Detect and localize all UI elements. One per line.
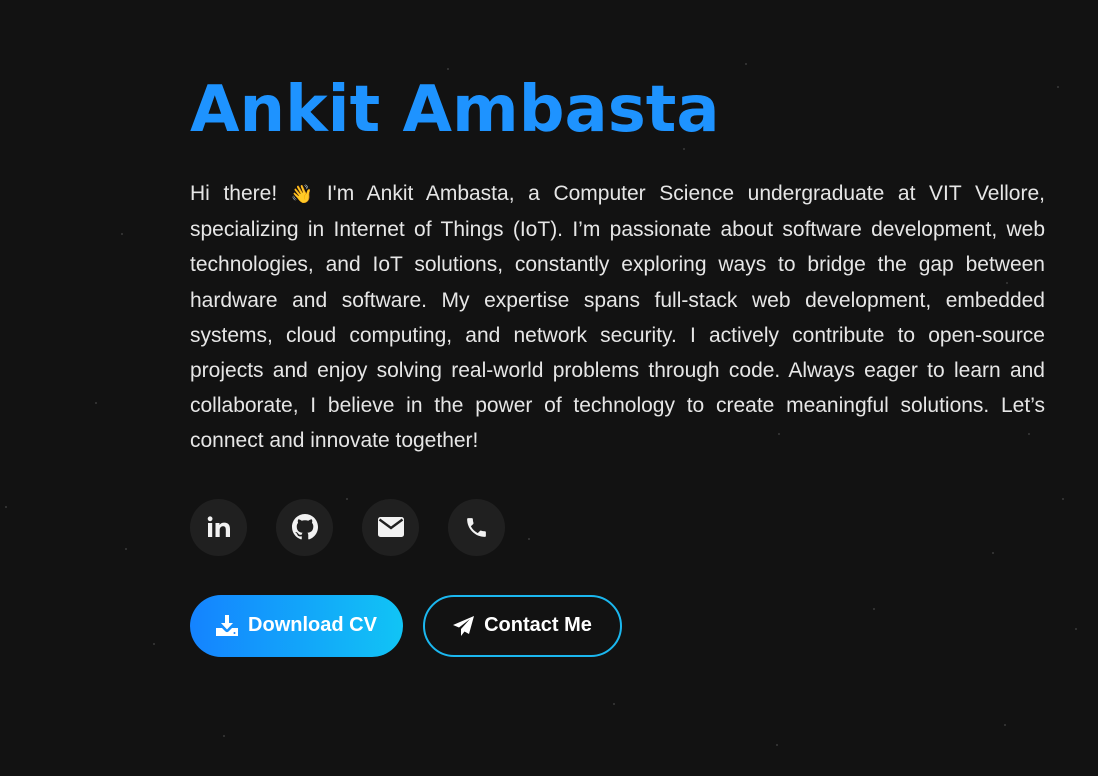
download-icon [216,615,239,637]
github-icon [291,514,318,540]
contact-me-label: Contact Me [484,614,592,637]
download-cv-label: Download CV [248,614,377,637]
linkedin-button[interactable] [190,498,247,556]
download-cv-button[interactable]: Download CV [190,594,403,657]
portfolio-hero: Ankit Ambasta Hi there! 👋 I'm Ankit Amba… [0,0,1098,776]
paper-plane-icon [453,615,475,636]
wave-icon: 👋 [290,184,314,204]
email-icon [377,517,404,538]
phone-icon [467,517,486,537]
hero-actions: Download CV Contact Me [190,594,1045,657]
bio-text: I'm Ankit Ambasta, a Computer Science un… [190,182,1045,453]
phone-button[interactable] [448,498,505,556]
bio-intro: Hi there! [190,182,291,205]
email-button[interactable] [362,498,419,556]
hero-content: Ankit Ambasta Hi there! 👋 I'm Ankit Amba… [190,70,1045,657]
github-button[interactable] [276,498,333,556]
profile-bio: Hi there! 👋 I'm Ankit Ambasta, a Compute… [190,176,1045,459]
linkedin-icon [207,516,230,538]
social-links [190,498,1045,556]
profile-name: Ankit Ambasta [190,73,720,147]
contact-me-button[interactable]: Contact Me [423,594,622,657]
